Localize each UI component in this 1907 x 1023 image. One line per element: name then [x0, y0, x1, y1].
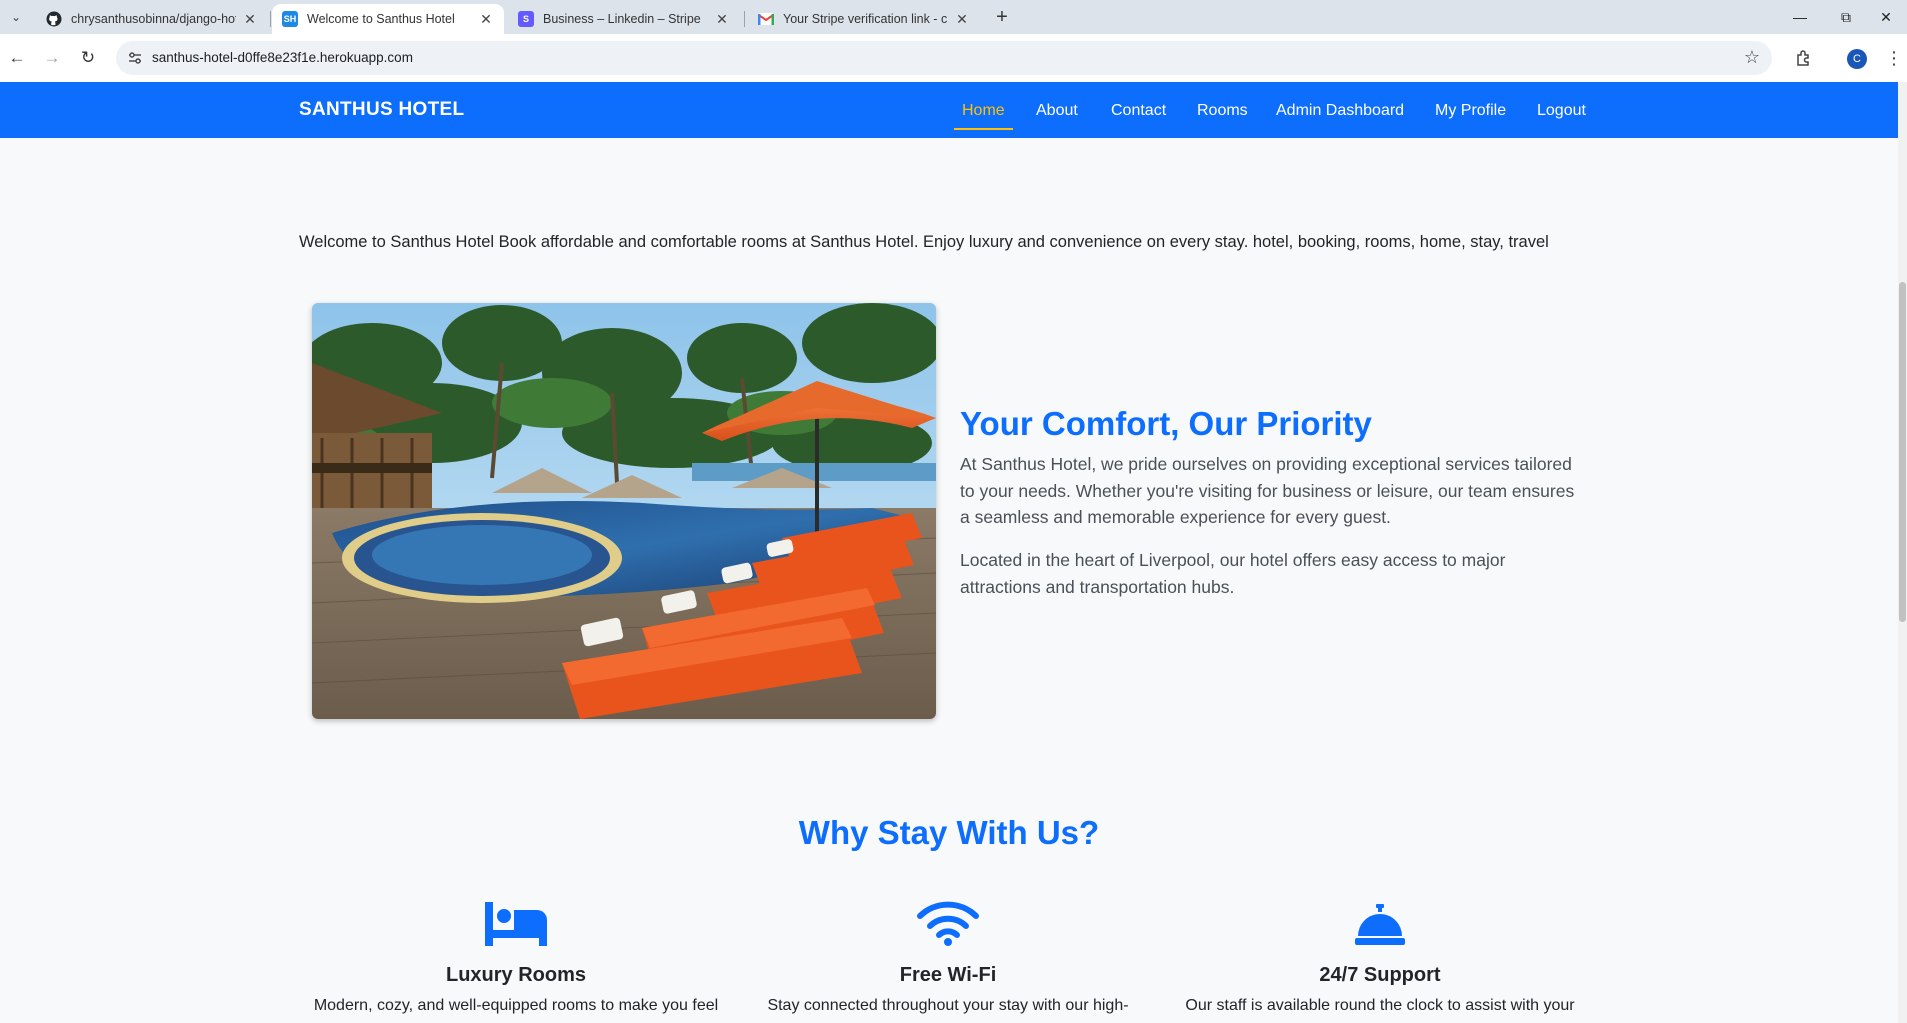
feature-description: Modern, cozy, and well-equipped rooms to… [313, 997, 719, 1014]
tab-close-icon[interactable]: ✕ [714, 11, 730, 28]
tab-title: Your Stripe verification link - ch [783, 12, 948, 26]
close-window-icon[interactable]: ✕ [1866, 5, 1906, 29]
feature-title: Luxury Rooms [445, 964, 587, 986]
feature-free-wifi: Free Wi-Fi Stay connected throughout you… [738, 896, 1158, 1015]
browser-tab-github[interactable]: chrysanthusobinna/django-hot ✕ [36, 4, 268, 34]
bed-icon [306, 896, 726, 946]
browser-tab-gmail[interactable]: Your Stripe verification link - ch ✕ [748, 4, 980, 34]
browser-toolbar: ← → ↻ santhus-hotel-d0ffe8e23f1e.herokua… [0, 34, 1907, 82]
feature-description: Stay connected throughout your stay with… [767, 997, 1129, 1014]
comfort-paragraph-1: At Santhus Hotel, we pride ourselves on … [960, 454, 1575, 527]
concierge-bell-icon [1170, 896, 1590, 946]
feature-24-7-support: 24/7 Support Our staff is available roun… [1170, 896, 1590, 1015]
stripe-favicon-icon: S [518, 11, 534, 27]
new-tab-plus-icon[interactable]: + [990, 5, 1014, 29]
nav-about[interactable]: About [1036, 102, 1078, 120]
tab-title: Business – Linkedin – Stripe [543, 12, 701, 26]
feature-title: Free Wi-Fi [899, 964, 997, 986]
extensions-puzzle-icon[interactable] [1790, 44, 1818, 72]
page-scrollbar[interactable] [1898, 82, 1907, 1023]
hotel-pool-image [312, 303, 936, 719]
tab-close-icon[interactable]: ✕ [954, 11, 970, 28]
browser-tab-stripe[interactable]: S Business – Linkedin – Stripe ✕ [508, 4, 740, 34]
restore-window-icon[interactable]: ⧉ [1826, 5, 1866, 29]
reload-icon[interactable]: ↻ [74, 44, 102, 72]
intro-text: Welcome to Santhus Hotel Book affordable… [299, 233, 1549, 251]
feature-luxury-rooms: Luxury Rooms Modern, cozy, and well-equi… [306, 896, 726, 1015]
why-heading: Why Stay With Us? [798, 814, 1100, 851]
active-nav-indicator [954, 128, 1013, 130]
tab-title: Welcome to Santhus Hotel [307, 12, 455, 26]
scrollbar-thumb[interactable] [1899, 282, 1906, 622]
gmail-icon [758, 11, 774, 27]
tab-search-chevron-icon[interactable]: ⌄ [4, 5, 28, 29]
tab-divider [744, 11, 745, 27]
browser-menu-icon[interactable]: ⋮ [1880, 44, 1907, 72]
forward-arrow-icon[interactable]: → [38, 44, 66, 72]
site-navbar: SANTHUS HOTEL Home About Contact Rooms A… [0, 82, 1898, 138]
site-brand[interactable]: SANTHUS HOTEL [299, 99, 464, 121]
santhus-favicon-icon: SH [282, 11, 298, 27]
nav-admin-dashboard[interactable]: Admin Dashboard [1276, 102, 1404, 120]
feature-description: Our staff is available round the clock t… [1185, 997, 1575, 1014]
back-arrow-icon[interactable]: ← [3, 44, 31, 72]
nav-home[interactable]: Home [962, 102, 1005, 120]
nav-contact[interactable]: Contact [1111, 102, 1166, 120]
github-icon [46, 11, 62, 27]
browser-tab-santhus-hotel[interactable]: SH Welcome to Santhus Hotel ✕ [272, 4, 504, 34]
profile-avatar[interactable]: C [1847, 49, 1867, 69]
url-text: santhus-hotel-d0ffe8e23f1e.herokuapp.com [152, 50, 413, 65]
comfort-heading: Your Comfort, Our Priority [960, 405, 1372, 442]
site-info-icon[interactable] [126, 49, 144, 67]
tab-divider [270, 11, 271, 27]
comfort-paragraph-2: Located in the heart of Liverpool, our h… [960, 550, 1506, 597]
tab-close-icon[interactable]: ✕ [478, 11, 494, 28]
browser-tab-bar: ⌄ chrysanthusobinna/django-hot ✕ SH Welc… [0, 0, 1907, 34]
nav-logout[interactable]: Logout [1537, 102, 1586, 120]
address-bar[interactable]: santhus-hotel-d0ffe8e23f1e.herokuapp.com… [116, 41, 1772, 75]
nav-my-profile[interactable]: My Profile [1435, 102, 1506, 120]
bookmark-star-icon[interactable]: ☆ [1744, 47, 1760, 68]
nav-rooms[interactable]: Rooms [1197, 102, 1248, 120]
minimize-icon[interactable]: — [1780, 5, 1820, 29]
feature-title: 24/7 Support [1319, 964, 1441, 986]
tab-title: chrysanthusobinna/django-hot [71, 12, 236, 26]
wifi-icon [738, 896, 1158, 946]
tab-close-icon[interactable]: ✕ [242, 11, 258, 28]
